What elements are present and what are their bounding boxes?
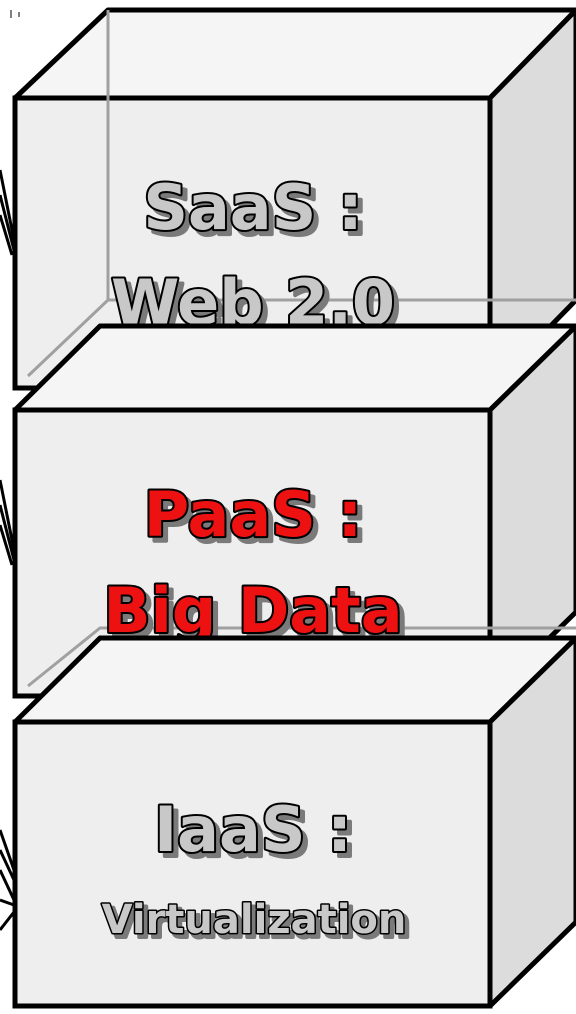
- iaas-subtitle: Virtualization: [102, 897, 407, 943]
- corner-tick-marks: [10, 10, 20, 18]
- saas-top-face: [12, 7, 576, 101]
- paas-top-face: [12, 323, 576, 413]
- iaas-title: IaaS :: [154, 793, 352, 866]
- iaas-top-face: [12, 635, 576, 725]
- left-connector-lines: [0, 169, 16, 931]
- layer-iaas: IaaS : IaaS : Virtualization Virtualizat…: [12, 635, 576, 1009]
- saas-title: SaaS :: [143, 171, 362, 244]
- paas-title: PaaS :: [144, 478, 362, 551]
- cloud-stack-diagram: SaaS : SaaS : Web 2.0 Web 2.0 PaaS : Paa…: [0, 7, 576, 1009]
